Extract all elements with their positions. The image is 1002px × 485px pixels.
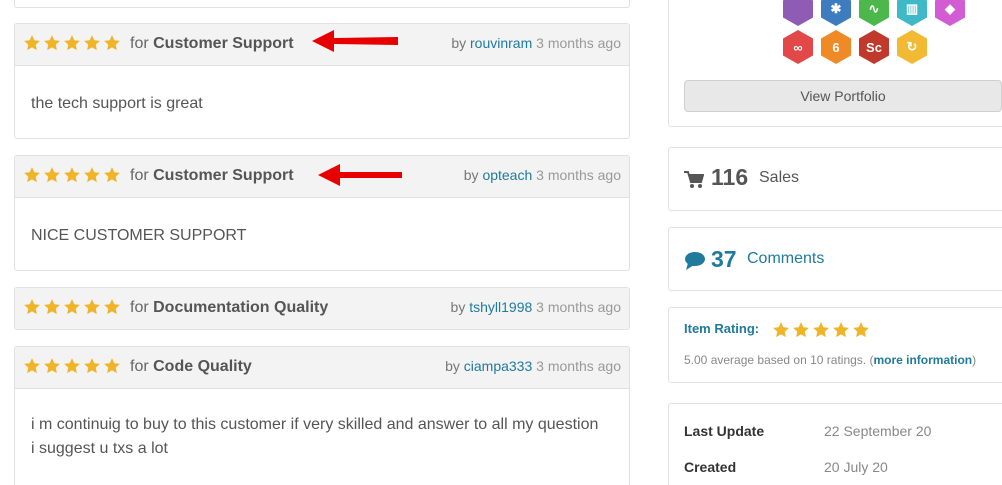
item-rating-summary: 5.00 average based on 10 ratings. (more … bbox=[684, 353, 977, 367]
star-icon bbox=[63, 166, 81, 189]
previous-review-card bbox=[14, 0, 630, 8]
star-icon bbox=[83, 34, 101, 57]
review-body: NICE CUSTOMER SUPPORT bbox=[31, 227, 247, 244]
comments-count[interactable]: 37 bbox=[711, 246, 737, 273]
annotation-arrow-icon bbox=[318, 164, 402, 186]
review-category: for Customer Support bbox=[130, 167, 294, 184]
review-stars bbox=[23, 357, 121, 380]
star-icon bbox=[852, 321, 870, 344]
review-author-link[interactable]: tshyll1998 bbox=[469, 299, 532, 315]
star-icon bbox=[63, 357, 81, 380]
star-icon bbox=[23, 34, 41, 57]
star-icon bbox=[43, 34, 61, 57]
cart-icon bbox=[684, 171, 704, 188]
review-byline: by opteach 3 months ago bbox=[463, 167, 621, 183]
review-category: for Customer Support bbox=[130, 35, 294, 52]
star-icon bbox=[812, 321, 830, 344]
review-stars bbox=[23, 298, 121, 321]
star-icon bbox=[83, 166, 101, 189]
star-icon bbox=[43, 298, 61, 321]
star-icon bbox=[103, 298, 121, 321]
review-body: i m continuig to buy to this customer if… bbox=[31, 416, 599, 457]
annotation-arrow-icon bbox=[312, 30, 398, 52]
star-icon bbox=[23, 357, 41, 380]
sales-label: Sales bbox=[759, 169, 800, 186]
review-category: for Code Quality bbox=[130, 358, 252, 375]
star-icon bbox=[63, 298, 81, 321]
review-author-link[interactable]: opteach bbox=[482, 167, 532, 183]
review-byline: by rouvinram 3 months ago bbox=[451, 35, 621, 51]
star-icon bbox=[832, 321, 850, 344]
star-icon bbox=[23, 166, 41, 189]
comment-bubble-icon bbox=[685, 252, 705, 270]
review-body: the tech support is great bbox=[31, 95, 203, 112]
last-update-value: 22 September 20 bbox=[824, 423, 932, 439]
review-header: for Documentation Quality by tshyll1998 … bbox=[15, 288, 629, 329]
star-icon bbox=[63, 34, 81, 57]
review-card: for Code Quality by ciampa333 3 months a… bbox=[14, 346, 630, 485]
star-icon bbox=[103, 166, 121, 189]
comments-link[interactable]: Comments bbox=[747, 250, 824, 268]
star-icon bbox=[43, 166, 61, 189]
comments-card[interactable]: 37 Comments bbox=[668, 227, 1002, 291]
star-icon bbox=[103, 357, 121, 380]
review-category: for Documentation Quality bbox=[130, 299, 329, 316]
review-stars bbox=[23, 34, 121, 57]
star-icon bbox=[83, 357, 101, 380]
created-value: 20 July 20 bbox=[824, 459, 888, 475]
star-icon bbox=[83, 298, 101, 321]
star-icon bbox=[43, 357, 61, 380]
star-icon bbox=[23, 298, 41, 321]
item-rating-title: Item Rating: bbox=[684, 321, 760, 336]
item-rating-stars bbox=[772, 321, 870, 344]
review-author-link[interactable]: ciampa333 bbox=[464, 358, 533, 374]
review-header: for Code Quality by ciampa333 3 months a… bbox=[15, 347, 629, 389]
more-information-link[interactable]: more information bbox=[873, 353, 972, 367]
review-stars bbox=[23, 166, 121, 189]
item-rating-card: Item Rating: 5.00 average based on 10 ra… bbox=[668, 307, 1002, 383]
review-card: for Documentation Quality by tshyll1998 … bbox=[14, 287, 630, 330]
sales-count: 116 bbox=[711, 164, 749, 190]
sales-card: 116 Sales bbox=[668, 147, 1002, 211]
star-icon bbox=[792, 321, 810, 344]
review-byline: by tshyll1998 3 months ago bbox=[450, 299, 621, 315]
review-byline: by ciampa333 3 months ago bbox=[445, 358, 621, 374]
star-icon bbox=[103, 34, 121, 57]
last-update-label: Last Update bbox=[684, 423, 765, 439]
created-label: Created bbox=[684, 459, 737, 475]
star-icon bbox=[772, 321, 790, 344]
item-meta-card: Last Update 22 September 20 Created 20 J… bbox=[668, 403, 1002, 485]
view-portfolio-button[interactable]: View Portfolio bbox=[684, 80, 1002, 112]
review-author-link[interactable]: rouvinram bbox=[470, 35, 532, 51]
